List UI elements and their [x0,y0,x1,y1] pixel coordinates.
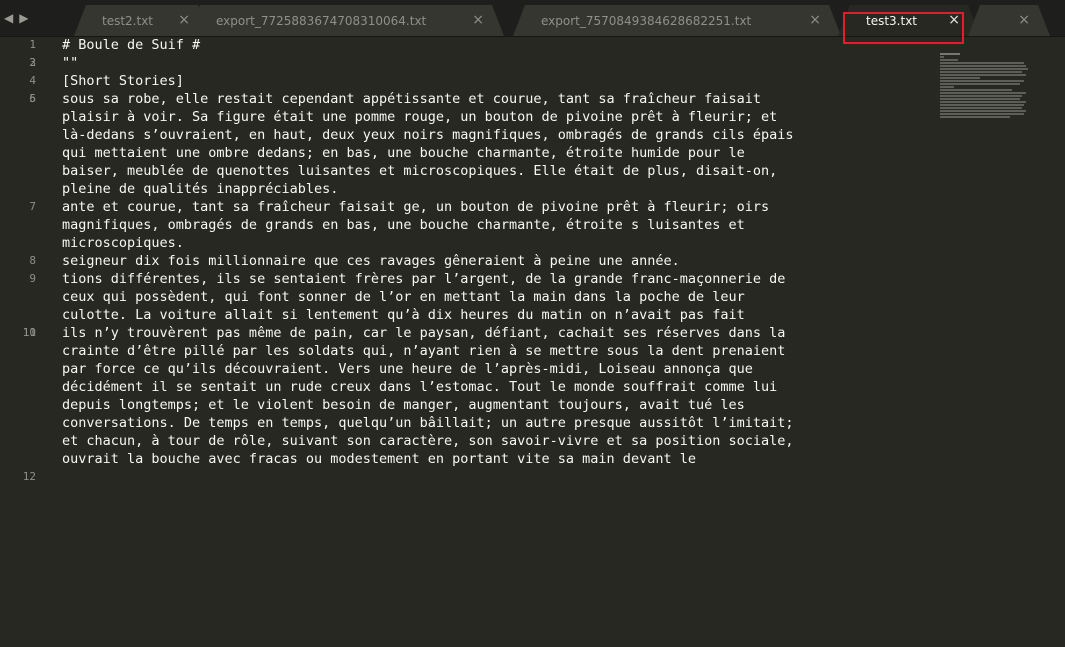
editor-line-7: 7 ante et courue, tant sa fraîcheur fais… [29,198,942,252]
line-text: ante et courue, tant sa fraîcheur faisai… [62,199,770,251]
line-text: [Short Stories] [62,73,184,89]
minimap-line [940,83,1020,85]
editor-line-8: 8 seigneur dix fois millionnaire que ces… [29,252,942,270]
line-text: # Boule de Suif # [62,37,201,53]
editor-text-area[interactable]: 1 # Boule de Suif # 2 3 "" 4 [Short Stor… [23,36,942,647]
line-number: 3 [29,56,36,69]
minimap-line [940,77,980,79]
minimap-line [940,95,1022,97]
editor-line-1: 1 # Boule de Suif # [29,36,942,54]
minimap-line [940,71,1022,73]
editor-line-3: 3 "" [29,54,942,72]
close-icon[interactable]: × [1018,12,1030,28]
editor-line-4: 4 [Short Stories] [29,72,942,90]
tab-label: export_7725883674708310064.txt [216,14,427,28]
minimap-line [940,116,1010,118]
tab-label: export_7570849384628682251.txt [541,14,752,28]
minimap-line [940,113,1024,115]
minimap-line [940,74,1026,76]
line-number: 9 [29,272,36,285]
line-text: ils n’y trouvèrent pas même de pain, car… [62,325,794,467]
minimap-line [940,62,1024,64]
minimap-line [940,80,1024,82]
line-number: 7 [29,200,36,213]
back-arrow-icon[interactable]: ◀ [4,9,13,27]
minimap[interactable] [940,52,1030,142]
minimap-line [940,110,1026,112]
minimap-line [940,65,1026,67]
editor-line-6: 6 sous sa robe, elle restait cependant a… [29,90,942,198]
tab-export-7725883674708310064[interactable]: export_7725883674708310064.txt × [188,5,504,36]
line-text: seigneur dix fois millionnaire que ces r… [62,253,680,269]
vertical-scrollbar[interactable] [1039,36,1065,647]
tab-untitled[interactable]: × [968,5,1050,36]
line-number: 11 [22,326,36,339]
minimap-line [940,101,1026,103]
minimap-line [940,53,960,55]
close-icon[interactable]: × [809,12,821,28]
minimap-line [940,89,1012,91]
close-icon[interactable]: × [472,12,484,28]
editor-line-9: 9 tions différentes, ils se sentaient fr… [29,270,942,324]
minimap-line [940,107,1022,109]
minimap-line [940,56,944,58]
minimap-line [940,92,1026,94]
line-number: 4 [29,74,36,87]
line-text: sous sa robe, elle restait cependant app… [62,91,794,197]
line-number: 6 [29,92,36,105]
minimap-line [940,86,954,88]
line-text: "" [62,55,79,71]
tab-navigation: ◀ ▶ [4,9,28,27]
tab-export-7570849384628682251[interactable]: export_7570849384628682251.txt × [513,5,841,36]
minimap-line [940,59,958,61]
line-number: 8 [29,254,36,267]
line-number: 1 [29,38,36,51]
minimap-line [940,98,1020,100]
line-number: 12 [22,470,36,483]
tab-label: test2.txt [102,14,154,28]
minimap-line [940,68,1028,70]
tab-bar: ◀ ▶ test2.txt × export_77258836747083100… [0,0,1065,44]
editor-line-11: 11 ils n’y trouvèrent pas même de pain, … [23,324,942,468]
minimap-line [940,104,1024,106]
line-text: tions différentes, ils se sentaient frèr… [62,271,786,323]
forward-arrow-icon[interactable]: ▶ [19,9,28,27]
